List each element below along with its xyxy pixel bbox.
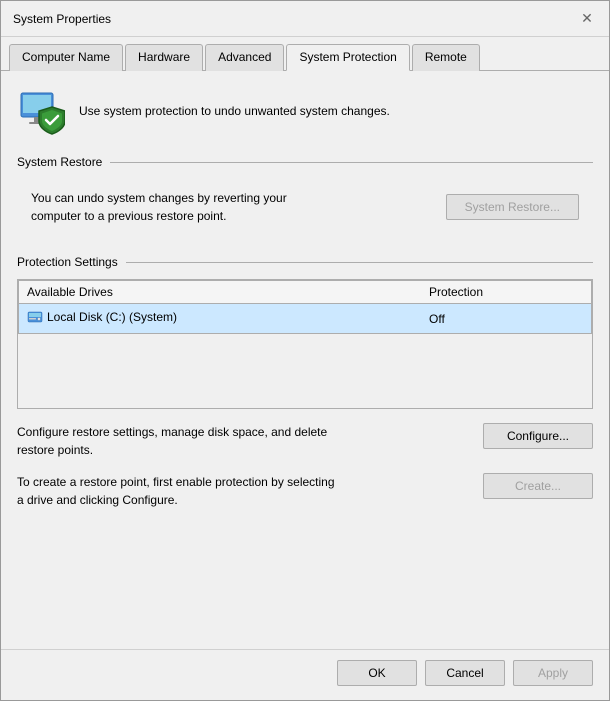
restore-content: You can undo system changes by reverting… <box>31 189 579 225</box>
tab-system-protection[interactable]: System Protection <box>286 44 409 71</box>
drives-table: Available Drives Protection <box>18 280 592 334</box>
info-description: Use system protection to undo unwanted s… <box>79 103 390 120</box>
create-description: To create a restore point, first enable … <box>17 473 337 509</box>
main-content: Use system protection to undo unwanted s… <box>1 71 609 649</box>
configure-description: Configure restore settings, manage disk … <box>17 423 337 459</box>
system-restore-section: System Restore You can undo system chang… <box>17 155 593 235</box>
tab-computer-name[interactable]: Computer Name <box>9 44 123 71</box>
system-protection-icon <box>17 87 65 135</box>
drive-entry: Local Disk (C:) (System) <box>27 309 177 325</box>
restore-description: You can undo system changes by reverting… <box>31 189 331 225</box>
drives-table-container: Available Drives Protection <box>17 279 593 409</box>
configure-row: Configure restore settings, manage disk … <box>17 423 593 459</box>
system-restore-label: System Restore <box>17 155 593 169</box>
tab-bar: Computer Name Hardware Advanced System P… <box>1 37 609 71</box>
create-row: To create a restore point, first enable … <box>17 473 593 509</box>
drive-name-cell: Local Disk (C:) (System) <box>19 304 422 334</box>
table-row[interactable]: Local Disk (C:) (System) Off <box>19 304 592 334</box>
ok-button[interactable]: OK <box>337 660 417 686</box>
info-row: Use system protection to undo unwanted s… <box>17 87 593 135</box>
tab-hardware[interactable]: Hardware <box>125 44 203 71</box>
tab-advanced[interactable]: Advanced <box>205 44 284 71</box>
protection-status-cell: Off <box>421 304 592 334</box>
col-header-protection: Protection <box>421 281 592 304</box>
protection-settings-label: Protection Settings <box>17 255 593 269</box>
system-properties-window: System Properties ✕ Computer Name Hardwa… <box>0 0 610 701</box>
col-header-drives: Available Drives <box>19 281 422 304</box>
title-bar: System Properties ✕ <box>1 1 609 37</box>
create-button[interactable]: Create... <box>483 473 593 499</box>
protection-settings-section: Protection Settings Available Drives Pro… <box>17 255 593 509</box>
footer-buttons: OK Cancel Apply <box>1 649 609 700</box>
cancel-button[interactable]: Cancel <box>425 660 505 686</box>
system-restore-area: You can undo system changes by reverting… <box>17 179 593 235</box>
tab-remote[interactable]: Remote <box>412 44 480 71</box>
configure-button[interactable]: Configure... <box>483 423 593 449</box>
window-title: System Properties <box>13 12 111 26</box>
close-button[interactable]: ✕ <box>577 9 597 29</box>
system-restore-button[interactable]: System Restore... <box>446 194 579 220</box>
apply-button[interactable]: Apply <box>513 660 593 686</box>
